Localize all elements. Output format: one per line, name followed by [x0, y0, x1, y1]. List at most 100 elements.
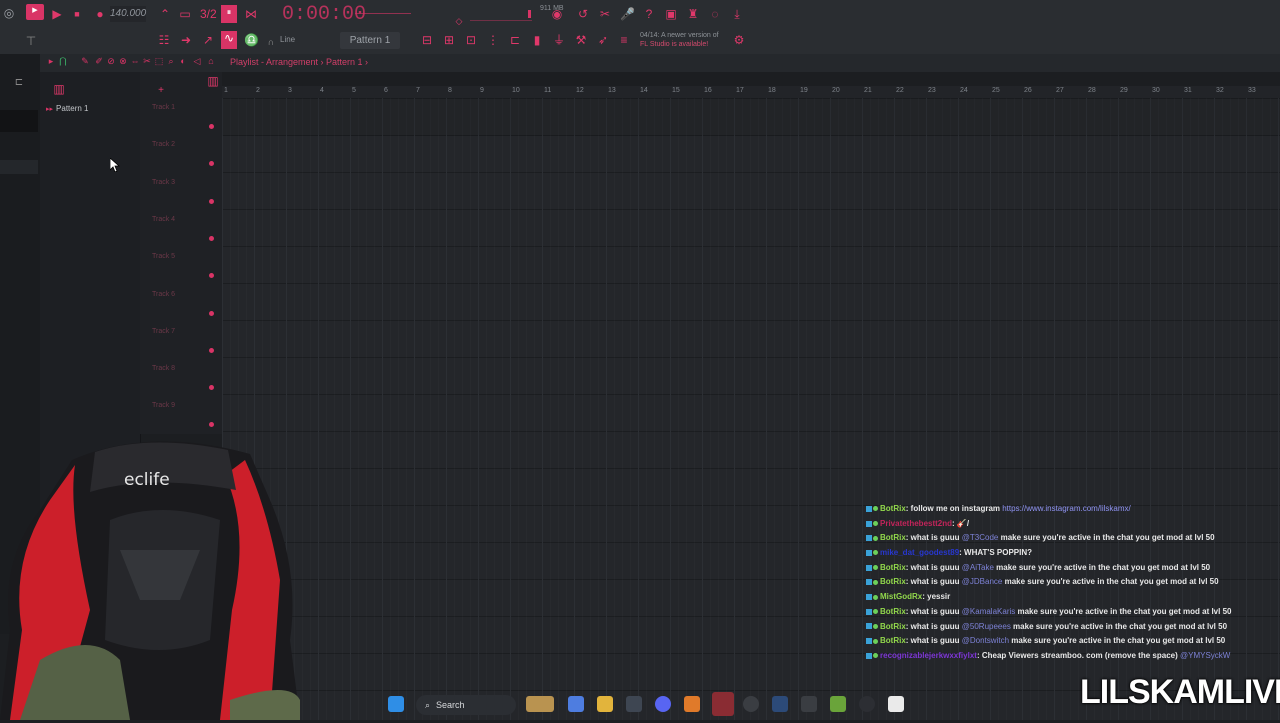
- delete-icon[interactable]: ⊘: [106, 56, 116, 66]
- bluestacks-icon[interactable]: [830, 696, 846, 712]
- pat-song-toggle[interactable]: ▶: [26, 4, 44, 20]
- picker-icon[interactable]: ▥: [52, 82, 66, 96]
- picker-item[interactable]: ▸▸ Pattern 1: [46, 104, 126, 115]
- bell-icon[interactable]: ♎: [244, 33, 259, 47]
- snap-mode-select[interactable]: Line: [280, 34, 310, 46]
- slip-icon[interactable]: ⇔: [130, 56, 140, 66]
- pin-icon[interactable]: ⊤: [24, 34, 38, 48]
- track-mute-led[interactable]: [209, 347, 214, 353]
- sample-icon[interactable]: ▮: [530, 33, 544, 47]
- track-mute-led[interactable]: [209, 198, 214, 204]
- windows-start-icon[interactable]: [388, 696, 404, 712]
- blend-notes-icon[interactable]: ⋈: [244, 7, 258, 21]
- chat-username[interactable]: mike_dat_goodest89: [880, 548, 959, 557]
- browser-icon[interactable]: ⊏: [508, 33, 522, 47]
- playlist-menu-icon[interactable]: ▥: [206, 74, 220, 88]
- master-volume-slider[interactable]: [355, 13, 411, 14]
- taskbar-search[interactable]: ⌕ Search: [416, 695, 516, 715]
- slide-icon[interactable]: ↗: [201, 33, 215, 47]
- magnet-icon[interactable]: ⋂: [58, 56, 68, 66]
- countdown-icon[interactable]: 3/2: [200, 7, 217, 21]
- chat-username[interactable]: BotRix: [880, 533, 906, 542]
- track-header[interactable]: Track 8: [150, 359, 220, 395]
- chrome-icon[interactable]: [743, 696, 759, 712]
- chat-username[interactable]: recognizablejerkwxxfiyIxt: [880, 651, 977, 660]
- obs-icon[interactable]: [859, 696, 875, 712]
- chat-mention[interactable]: @JDBance: [962, 577, 1003, 586]
- channel-rack-icon[interactable]: ⊡: [464, 33, 478, 47]
- track-header[interactable]: Track 7: [150, 322, 220, 358]
- record-icon[interactable]: ●: [93, 7, 107, 21]
- settings-icon[interactable]: ⚙: [732, 33, 746, 47]
- steam-icon[interactable]: [772, 696, 788, 712]
- arrow-icon[interactable]: ▸: [46, 56, 56, 66]
- track-mute-led[interactable]: [209, 124, 214, 129]
- stop-icon[interactable]: ■: [70, 7, 84, 21]
- undo-icon[interactable]: ↺: [576, 7, 590, 21]
- save-icon[interactable]: ▣: [664, 7, 678, 21]
- select-icon[interactable]: ⬚: [154, 56, 164, 66]
- chat-mention[interactable]: @50Rupeees: [962, 622, 1011, 631]
- add-track-icon[interactable]: +: [154, 84, 168, 98]
- track-mute-led[interactable]: [209, 385, 214, 391]
- app-icon[interactable]: [801, 696, 817, 712]
- cut-icon[interactable]: ✂: [598, 7, 612, 21]
- menu-icon[interactable]: ≡: [617, 33, 631, 47]
- chat-mention[interactable]: @Dontswitch: [962, 636, 1009, 645]
- chat-username[interactable]: BotRix: [880, 563, 906, 572]
- browser-row[interactable]: [0, 160, 38, 174]
- chat-icon[interactable]: ◌: [708, 7, 722, 21]
- file-explorer-icon[interactable]: [597, 696, 613, 712]
- brave-icon[interactable]: [712, 692, 734, 716]
- widgets-icon[interactable]: [526, 696, 554, 712]
- mixer-icon[interactable]: ⊞: [442, 33, 456, 47]
- plugin-db-icon[interactable]: ⏚: [552, 33, 566, 47]
- play-icon[interactable]: ▶: [50, 7, 64, 21]
- playback-icon[interactable]: ◐: [178, 56, 188, 66]
- track-header[interactable]: Track 6: [150, 285, 220, 321]
- discord-icon[interactable]: [655, 696, 671, 712]
- step-edit-icon[interactable]: ⏸: [221, 5, 237, 23]
- track-header[interactable]: Track 9: [150, 396, 220, 432]
- track-header[interactable]: Track 4: [150, 210, 220, 246]
- track-header[interactable]: Track 5: [150, 247, 220, 283]
- help-icon[interactable]: ?: [642, 7, 656, 21]
- speaker-icon[interactable]: ◁: [192, 56, 202, 66]
- arrow-right-icon[interactable]: ➜: [179, 33, 193, 47]
- chat-mention[interactable]: @KamalaKaris: [962, 607, 1015, 616]
- chat-username[interactable]: MistGodRx: [880, 592, 922, 601]
- snap-icon[interactable]: ∩: [264, 35, 278, 49]
- notes-icon[interactable]: [888, 696, 904, 712]
- paint-icon[interactable]: ✐: [94, 56, 104, 66]
- chat-username[interactable]: BotRix: [880, 607, 906, 616]
- chat-username[interactable]: Privatethebestt2nd: [880, 519, 952, 528]
- song-time-display[interactable]: 0:00:00: [282, 3, 366, 27]
- pencil-icon[interactable]: ✎: [80, 56, 90, 66]
- store-icon[interactable]: [626, 696, 642, 712]
- piano-icon[interactable]: ⋮: [486, 33, 500, 47]
- mute-icon[interactable]: ⊗: [118, 56, 128, 66]
- chat-mention[interactable]: @AiTake: [962, 563, 994, 572]
- pattern-selector[interactable]: Pattern 1: [340, 32, 400, 49]
- wait-input-icon[interactable]: ▭: [178, 7, 192, 21]
- snap-magnet-icon[interactable]: ∿: [221, 31, 237, 49]
- track-mute-led[interactable]: [209, 161, 214, 167]
- zoom-icon[interactable]: ⌕: [166, 56, 176, 66]
- link-icon[interactable]: ➶: [596, 33, 610, 47]
- slice-icon[interactable]: ✂: [142, 56, 152, 66]
- master-pitch-knob[interactable]: ◇: [452, 14, 466, 28]
- playlist-icon[interactable]: ⊟: [420, 33, 434, 47]
- track-header[interactable]: Track 2: [150, 135, 220, 171]
- tools-icon[interactable]: ⚒: [574, 33, 588, 47]
- browser-row[interactable]: [0, 110, 38, 132]
- track-mute-led[interactable]: [209, 235, 214, 241]
- chat-mention[interactable]: @YMYSyckW: [1180, 651, 1230, 660]
- microphone-icon[interactable]: 🎤: [620, 7, 635, 21]
- track-mute-led[interactable]: [209, 310, 214, 316]
- track-mute-led[interactable]: [209, 273, 214, 279]
- piano-roll-icon[interactable]: ☷: [157, 33, 171, 47]
- fl-logo-icon[interactable]: ◎: [2, 6, 16, 20]
- chat-username[interactable]: BotRix: [880, 622, 906, 631]
- metronome-icon[interactable]: ⌃: [158, 7, 172, 21]
- track-mute-led[interactable]: [209, 422, 214, 428]
